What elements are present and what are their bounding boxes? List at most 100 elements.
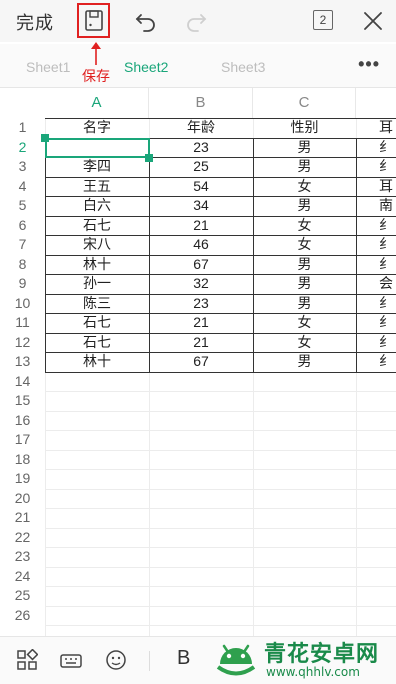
table-cell[interactable]: 性别: [253, 118, 356, 138]
table-cell[interactable]: 白六: [45, 196, 149, 216]
table-cell[interactable]: 男: [253, 294, 356, 314]
table-cell[interactable]: [149, 411, 253, 431]
table-cell[interactable]: 纟: [356, 333, 396, 353]
table-cell[interactable]: 25: [149, 157, 253, 177]
table-cell[interactable]: 陈三: [45, 294, 149, 314]
table-cell[interactable]: [253, 508, 356, 528]
table-cell[interactable]: [45, 547, 149, 567]
table-cell[interactable]: 纟: [356, 157, 396, 177]
table-cell[interactable]: [149, 606, 253, 626]
row-header[interactable]: 17: [0, 430, 45, 450]
table-cell[interactable]: 32: [149, 274, 253, 294]
table-cell[interactable]: [253, 606, 356, 626]
row-header[interactable]: 23: [0, 547, 45, 567]
table-cell[interactable]: 李四: [45, 157, 149, 177]
table-cell[interactable]: [356, 567, 396, 587]
row-header[interactable]: 15: [0, 391, 45, 411]
table-cell[interactable]: [149, 547, 253, 567]
selected-cell-box[interactable]: [45, 137, 150, 158]
table-cell[interactable]: [356, 508, 396, 528]
table-cell[interactable]: [45, 430, 149, 450]
emoji-icon[interactable]: [105, 649, 127, 671]
more-button[interactable]: •••: [358, 54, 380, 75]
row-header[interactable]: 21: [0, 508, 45, 528]
apps-icon[interactable]: [16, 649, 38, 671]
row-header[interactable]: 24: [0, 567, 45, 587]
selection-handle-bottom-right[interactable]: [145, 154, 153, 162]
row-header[interactable]: 20: [0, 489, 45, 509]
table-cell[interactable]: 女: [253, 177, 356, 197]
table-cell[interactable]: 21: [149, 333, 253, 353]
table-cell[interactable]: 男: [253, 352, 356, 372]
table-cell[interactable]: 男: [253, 138, 356, 158]
table-cell[interactable]: [253, 411, 356, 431]
table-cell[interactable]: 女: [253, 333, 356, 353]
table-cell[interactable]: 纟: [356, 352, 396, 372]
table-cell[interactable]: 女: [253, 235, 356, 255]
table-cell[interactable]: 孙一: [45, 274, 149, 294]
row-header[interactable]: 1: [0, 118, 45, 138]
table-cell[interactable]: [356, 391, 396, 411]
sheet-count-icon[interactable]: 2: [313, 10, 333, 30]
table-cell[interactable]: 纟: [356, 235, 396, 255]
table-cell[interactable]: 南: [356, 196, 396, 216]
column-header-c[interactable]: C: [253, 88, 356, 118]
table-cell[interactable]: [45, 586, 149, 606]
table-cell[interactable]: 名字: [45, 118, 149, 138]
table-cell[interactable]: 67: [149, 255, 253, 275]
row-header[interactable]: 26: [0, 606, 45, 626]
tab-sheet2[interactable]: Sheet2: [124, 59, 168, 75]
row-header[interactable]: 3: [0, 157, 45, 177]
row-header[interactable]: 7: [0, 235, 45, 255]
row-header[interactable]: 6: [0, 216, 45, 236]
row-header[interactable]: 2: [0, 138, 45, 158]
table-cell[interactable]: 21: [149, 313, 253, 333]
tab-sheet3[interactable]: Sheet3: [221, 59, 265, 75]
table-cell[interactable]: 54: [149, 177, 253, 197]
table-cell[interactable]: [45, 411, 149, 431]
table-cell[interactable]: 纟: [356, 216, 396, 236]
table-cell[interactable]: [253, 450, 356, 470]
table-cell[interactable]: [253, 391, 356, 411]
row-header[interactable]: 9: [0, 274, 45, 294]
table-cell[interactable]: [356, 411, 396, 431]
table-cell[interactable]: [149, 508, 253, 528]
row-header[interactable]: 5: [0, 196, 45, 216]
table-cell[interactable]: [356, 450, 396, 470]
table-cell[interactable]: [356, 547, 396, 567]
row-header[interactable]: 12: [0, 333, 45, 353]
tab-sheet1[interactable]: Sheet1: [26, 59, 70, 75]
table-cell[interactable]: 男: [253, 157, 356, 177]
row-header[interactable]: 18: [0, 450, 45, 470]
table-cell[interactable]: 会: [356, 274, 396, 294]
table-cell[interactable]: [149, 469, 253, 489]
table-cell[interactable]: 宋八: [45, 235, 149, 255]
table-cell[interactable]: 石七: [45, 216, 149, 236]
table-cell[interactable]: 34: [149, 196, 253, 216]
table-cell[interactable]: [45, 489, 149, 509]
table-cell[interactable]: 男: [253, 274, 356, 294]
table-cell[interactable]: [149, 391, 253, 411]
table-cell[interactable]: [356, 469, 396, 489]
table-cell[interactable]: [253, 469, 356, 489]
table-cell[interactable]: 21: [149, 216, 253, 236]
table-cell[interactable]: 男: [253, 255, 356, 275]
table-cell[interactable]: [356, 489, 396, 509]
table-cell[interactable]: [149, 528, 253, 548]
row-header[interactable]: 13: [0, 352, 45, 372]
table-cell[interactable]: [149, 450, 253, 470]
table-cell[interactable]: 耳: [356, 177, 396, 197]
table-cell[interactable]: 女: [253, 216, 356, 236]
table-cell[interactable]: 石七: [45, 333, 149, 353]
table-cell[interactable]: [149, 489, 253, 509]
table-cell[interactable]: 石七: [45, 313, 149, 333]
row-header[interactable]: 4: [0, 177, 45, 197]
redo-icon[interactable]: [182, 6, 212, 36]
table-cell[interactable]: [45, 528, 149, 548]
table-cell[interactable]: 23: [149, 138, 253, 158]
table-cell[interactable]: [356, 528, 396, 548]
selection-handle-top-left[interactable]: [41, 133, 49, 142]
table-cell[interactable]: [356, 606, 396, 626]
table-cell[interactable]: 女: [253, 313, 356, 333]
table-cell[interactable]: 纟: [356, 313, 396, 333]
